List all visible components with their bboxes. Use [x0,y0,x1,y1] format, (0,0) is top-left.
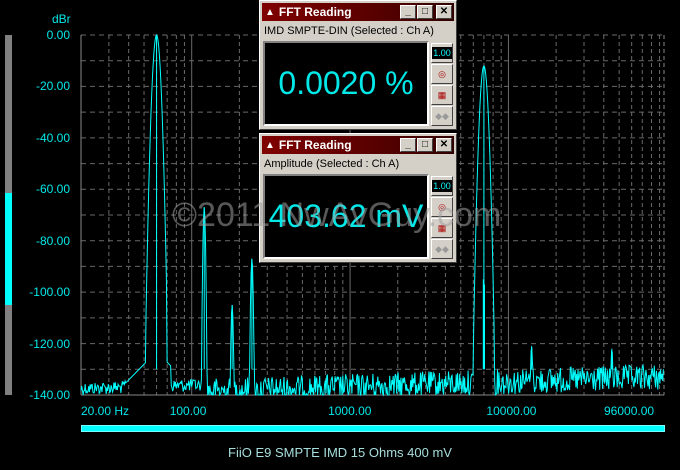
reading-label: IMD SMPTE-DIN (Selected : Ch A) [264,25,434,37]
close-button[interactable]: ✕ [436,138,452,152]
arrows-icon: ◆◆ [435,243,449,254]
fft-reading-window-amplitude[interactable]: ▲ FFT Reading _ □ ✕ Amplitude (Selected … [259,133,457,263]
x-scrollbar[interactable] [81,425,665,432]
app-icon: ▲ [265,6,275,18]
chart-title: FiiO E9 SMPTE IMD 15 Ohms 400 mV [228,445,452,460]
title-bar[interactable]: ▲ FFT Reading _ □ ✕ [262,3,454,21]
arrows-button[interactable]: ◆◆ [431,106,453,126]
reading-value: 0.0020 % [263,41,429,126]
arrows-button[interactable]: ◆◆ [431,239,453,259]
window-title: FFT Reading [278,5,352,19]
format-button[interactable]: 1.00 [431,43,453,63]
table-button[interactable]: ▦ [431,218,453,238]
app-icon: ▲ [265,139,275,151]
reading-value: 403.62 mV [263,174,429,259]
settings-button[interactable]: ◎ [431,64,453,84]
close-button[interactable]: ✕ [436,5,452,19]
settings-button[interactable]: ◎ [431,197,453,217]
maximize-button[interactable]: □ [417,138,433,152]
window-title: FFT Reading [278,138,352,152]
reading-label: Amplitude (Selected : Ch A) [264,158,400,170]
minimize-button[interactable]: _ [400,138,416,152]
table-edit-icon: ▦ [437,89,447,100]
table-edit-icon: ▦ [437,222,447,233]
title-bar[interactable]: ▲ FFT Reading _ □ ✕ [262,136,454,154]
table-button[interactable]: ▦ [431,85,453,105]
minimize-button[interactable]: _ [400,5,416,19]
format-button[interactable]: 1.00 [431,176,453,196]
maximize-button[interactable]: □ [417,5,433,19]
format-icon: 1.00 [432,47,452,59]
fft-reading-window-imd[interactable]: ▲ FFT Reading _ □ ✕ IMD SMPTE-DIN (Selec… [259,0,457,130]
arrows-icon: ◆◆ [435,110,449,121]
probe-icon: ◎ [438,68,446,79]
probe-icon: ◎ [438,201,446,212]
format-icon: 1.00 [432,180,452,192]
